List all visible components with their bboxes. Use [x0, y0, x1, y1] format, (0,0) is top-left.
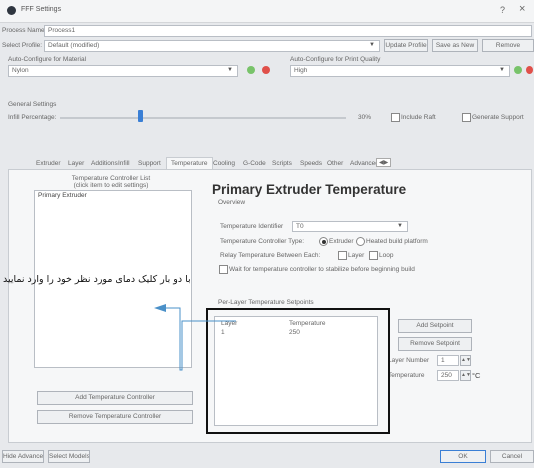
- annotation-arrow-icon: [154, 304, 236, 371]
- annotation-text: با دو بار کلیک دمای مورد نظر خود را وارد…: [3, 274, 191, 285]
